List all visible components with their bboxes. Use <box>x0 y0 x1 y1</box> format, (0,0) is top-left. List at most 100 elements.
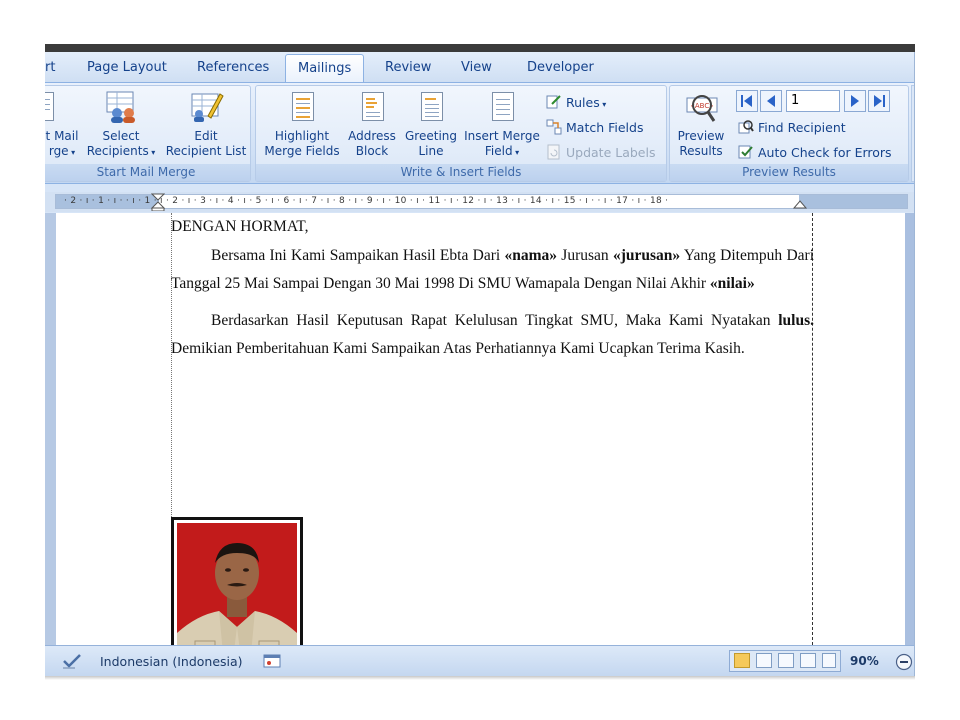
status-bar: Indonesian (Indonesia) 90% <box>45 645 914 676</box>
document-area: DENGAN HORMAT, Bersama Ini Kami Sampaika… <box>45 213 914 676</box>
dropdown-arrow-icon: ▾ <box>512 148 520 157</box>
update-labels-label: Update Labels <box>566 145 656 160</box>
auto-check-errors-icon <box>738 144 754 160</box>
indent-marker-icon[interactable] <box>151 193 165 211</box>
address-block-line2: Block <box>355 144 389 158</box>
first-record-button[interactable] <box>736 90 758 112</box>
group-label-start-mail-merge: Start Mail Merge <box>45 164 250 181</box>
edit-recipient-list-line2: Recipient List <box>165 144 247 158</box>
edit-recipient-list-icon <box>190 90 224 124</box>
group-preview-results: «ABC» Preview Results 1 Find Recipient A… <box>669 85 909 182</box>
group-start-mail-merge: t Mail rge ▾ Select Recipients ▾ Edit Re… <box>45 85 251 182</box>
select-recipients-line2: Recipients <box>86 144 149 158</box>
first-record-icon <box>741 95 752 107</box>
insert-merge-field-icon <box>486 90 518 124</box>
insert-merge-field-button[interactable]: Insert Merge Field ▾ <box>460 90 544 160</box>
greeting-line-icon <box>415 90 447 124</box>
dropdown-arrow-icon: ▾ <box>68 148 76 157</box>
ruler-strip: · 2 · ı · 1 · ı · · ı · 1 · ı · 2 · ı · … <box>55 194 908 209</box>
previous-record-icon <box>767 95 775 107</box>
tab-mailings[interactable]: Mailings <box>285 54 365 83</box>
word-window: rt Page Layout References Mailings Revie… <box>45 52 915 676</box>
preview-results-icon: «ABC» <box>685 90 718 124</box>
dropdown-arrow-icon: ▾ <box>148 148 156 157</box>
address-block-button[interactable]: Address Block <box>344 90 400 159</box>
greeting-line-line2: Line <box>418 144 444 158</box>
dropdown-arrow-icon: ▾ <box>599 100 607 109</box>
record-number-field[interactable]: 1 <box>786 90 840 112</box>
rules-label: Rules <box>566 95 600 110</box>
paragraph-1: Bersama Ini Kami Sampaikan Hasil Ebta Da… <box>171 242 814 299</box>
edit-recipient-list-line1: Edit <box>194 129 218 143</box>
highlight-merge-fields-line2: Merge Fields <box>264 144 340 158</box>
start-mail-merge-button[interactable]: t Mail rge ▾ <box>45 90 82 160</box>
macro-recording-icon[interactable] <box>263 653 281 674</box>
edit-recipient-list-button[interactable]: Edit Recipient List <box>162 90 250 159</box>
group-write-insert-fields: Highlight Merge Fields Address Block Gre… <box>255 85 667 182</box>
print-layout-view-icon[interactable] <box>734 653 750 668</box>
document-page[interactable]: DENGAN HORMAT, Bersama Ini Kami Sampaika… <box>56 213 905 676</box>
insert-merge-field-line1: Insert Merge <box>464 129 540 143</box>
web-layout-view-icon[interactable] <box>778 653 794 668</box>
ribbon-overflow-group <box>911 85 914 182</box>
document-body[interactable]: DENGAN HORMAT, Bersama Ini Kami Sampaika… <box>171 213 814 364</box>
merge-field-nama: «nama» <box>504 246 558 264</box>
highlight-merge-fields-line1: Highlight <box>274 129 330 143</box>
view-buttons <box>729 650 841 672</box>
preview-results-button[interactable]: «ABC» Preview Results <box>672 90 730 159</box>
greeting-line-line1: Greeting <box>405 129 457 143</box>
select-recipients-icon <box>105 90 137 124</box>
last-record-button[interactable] <box>868 90 890 112</box>
find-recipient-label: Find Recipient <box>758 120 846 135</box>
preview-results-line2: Results <box>679 144 723 158</box>
left-margin-strip <box>45 213 56 645</box>
screenshot-frame: rt Page Layout References Mailings Revie… <box>0 0 960 720</box>
draft-view-icon[interactable] <box>822 653 836 668</box>
tab-insert[interactable]: rt <box>45 60 55 75</box>
record-navigator: 1 <box>736 90 906 114</box>
full-screen-reading-view-icon[interactable] <box>756 653 772 668</box>
next-record-icon <box>851 95 859 107</box>
ribbon-tab-row: rt Page Layout References Mailings Revie… <box>45 52 914 83</box>
paragraph-2-text-b: Demikian Pemberitahuan Kami Sampaikan At… <box>171 340 745 357</box>
outline-view-icon[interactable] <box>800 653 816 668</box>
start-mail-merge-line1: t Mail <box>45 129 79 143</box>
window-top-edge <box>45 44 915 52</box>
tab-review[interactable]: Review <box>385 60 431 75</box>
group-label-write-insert-fields: Write & Insert Fields <box>256 164 666 181</box>
next-record-button[interactable] <box>844 90 866 112</box>
rules-button[interactable]: Rules ▾ <box>546 94 606 110</box>
zoom-out-icon[interactable] <box>895 653 913 676</box>
auto-check-errors-button[interactable]: Auto Check for Errors <box>738 144 892 160</box>
paragraph-1-text-a: Bersama Ini Kami Sampaikan Hasil Ebta Da… <box>211 246 505 264</box>
tab-view[interactable]: View <box>461 60 492 75</box>
select-recipients-button[interactable]: Select Recipients ▾ <box>82 90 160 160</box>
match-fields-button[interactable]: Match Fields <box>546 119 643 135</box>
language-indicator[interactable]: Indonesian (Indonesia) <box>100 654 243 669</box>
address-block-icon <box>356 90 388 124</box>
ribbon: t Mail rge ▾ Select Recipients ▾ Edit Re… <box>45 82 914 184</box>
tab-references[interactable]: References <box>197 60 269 75</box>
highlight-merge-fields-button[interactable]: Highlight Merge Fields <box>258 90 346 159</box>
start-mail-merge-line2: rge <box>48 144 69 158</box>
greeting-line-button[interactable]: Greeting Line <box>402 90 460 159</box>
rules-icon <box>546 94 562 110</box>
update-labels-button[interactable]: Update Labels <box>546 144 655 160</box>
right-indent-marker-icon[interactable] <box>793 196 807 210</box>
vertical-scrollbar[interactable] <box>905 213 914 645</box>
previous-record-button[interactable] <box>760 90 782 112</box>
zoom-level[interactable]: 90% <box>850 654 879 668</box>
match-fields-icon <box>546 119 562 135</box>
tab-page-layout[interactable]: Page Layout <box>87 60 167 75</box>
update-labels-icon <box>546 144 562 160</box>
match-fields-label: Match Fields <box>566 120 644 135</box>
preview-results-line1: Preview <box>677 129 725 143</box>
insert-merge-field-line2: Field <box>484 144 513 158</box>
find-recipient-button[interactable]: Find Recipient <box>738 119 846 135</box>
paragraph-2-bold: lulus. <box>778 311 814 329</box>
spelling-check-icon[interactable] <box>61 652 83 675</box>
horizontal-ruler[interactable]: · 2 · ı · 1 · ı · · ı · 1 · ı · 2 · ı · … <box>45 192 914 212</box>
start-mail-merge-icon <box>45 90 58 124</box>
window-bottom-shadow <box>45 676 915 680</box>
tab-developer[interactable]: Developer <box>527 60 594 75</box>
